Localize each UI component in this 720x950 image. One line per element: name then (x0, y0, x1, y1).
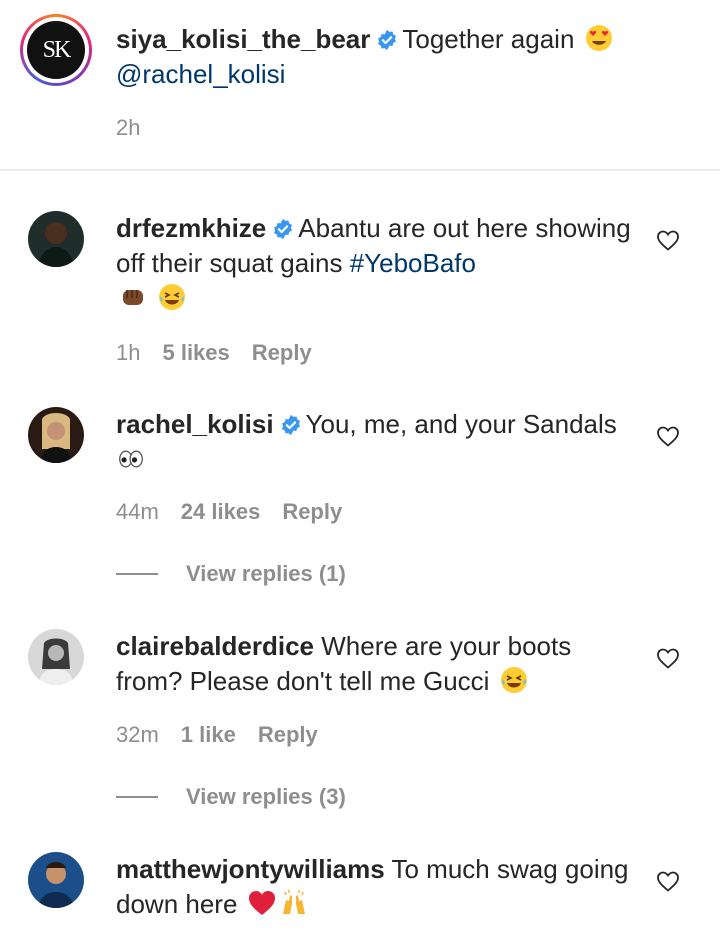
comment-username[interactable]: drfezmkhize (116, 213, 266, 243)
likes-count[interactable]: 24 likes (181, 499, 261, 525)
hashtag-link[interactable]: #YeboBafo (350, 248, 476, 278)
red-heart-emoji-icon (247, 888, 277, 918)
comment-time: 32m (116, 722, 159, 747)
comment-text: matthewjontywilliams To much swag going … (116, 852, 636, 922)
comment-text: rachel_kolisi You, me, and your Sandals (116, 407, 636, 477)
replies-divider (116, 796, 158, 798)
comment-username[interactable]: matthewjontywilliams (116, 854, 385, 884)
comment-meta: 44m 24 likes Reply (116, 499, 342, 525)
raised-hands-emoji-icon (279, 888, 309, 918)
likes-count[interactable]: 5 likes (162, 340, 229, 366)
view-replies-button[interactable]: View replies (3) (116, 784, 346, 810)
laughing-emoji-icon (157, 282, 187, 312)
comment-text: clairebalderdice Where are your boots fr… (116, 629, 636, 699)
reply-button[interactable]: Reply (252, 340, 312, 366)
laughing-emoji-icon (499, 665, 529, 695)
post-caption: SK siya_kolisi_the_bear Together again @r… (0, 0, 720, 171)
comment-meta: 1h 5 likes Reply (116, 340, 312, 366)
like-heart-icon[interactable] (656, 229, 680, 251)
fist-bump-emoji-icon (118, 282, 148, 312)
caption-username[interactable]: siya_kolisi_the_bear (116, 24, 370, 54)
likes-count[interactable]: 1 like (181, 722, 236, 748)
view-replies-label: View replies (3) (186, 784, 346, 809)
comment-text: drfezmkhize Abantu are out here showing o… (116, 211, 636, 316)
comment-username[interactable]: clairebalderdice (116, 631, 314, 661)
verified-badge-icon (280, 414, 302, 436)
avatar[interactable] (28, 852, 84, 908)
caption-mention-link[interactable]: @rachel_kolisi (116, 59, 285, 89)
verified-badge-icon (376, 29, 398, 51)
replies-divider (116, 573, 158, 575)
comment-body: You, me, and your Sandals (305, 409, 617, 439)
verified-badge-icon (272, 218, 294, 240)
view-replies-button[interactable]: View replies (1) (116, 561, 346, 587)
caption-avatar[interactable]: SK (20, 14, 92, 86)
avatar-initials: SK (27, 21, 85, 79)
caption-time: 2h (116, 115, 141, 140)
avatar[interactable] (28, 629, 84, 685)
comment-time: 1h (116, 340, 141, 365)
avatar[interactable] (28, 211, 84, 267)
comment-time: 44m (116, 499, 159, 524)
avatar[interactable] (28, 407, 84, 463)
like-heart-icon[interactable] (656, 870, 680, 892)
comment-meta: 32m 1 like Reply (116, 722, 318, 748)
heart-eyes-emoji-icon (584, 23, 614, 53)
caption-body: Together again (402, 24, 575, 54)
reply-button[interactable]: Reply (258, 722, 318, 748)
reply-button[interactable]: Reply (282, 499, 342, 525)
eyes-emoji-icon (118, 446, 144, 472)
view-replies-label: View replies (1) (186, 561, 346, 586)
caption-text: siya_kolisi_the_bear Together again @rach… (116, 22, 636, 92)
comment-username[interactable]: rachel_kolisi (116, 409, 274, 439)
caption-meta: 2h (116, 115, 140, 141)
like-heart-icon[interactable] (656, 647, 680, 669)
like-heart-icon[interactable] (656, 425, 680, 447)
